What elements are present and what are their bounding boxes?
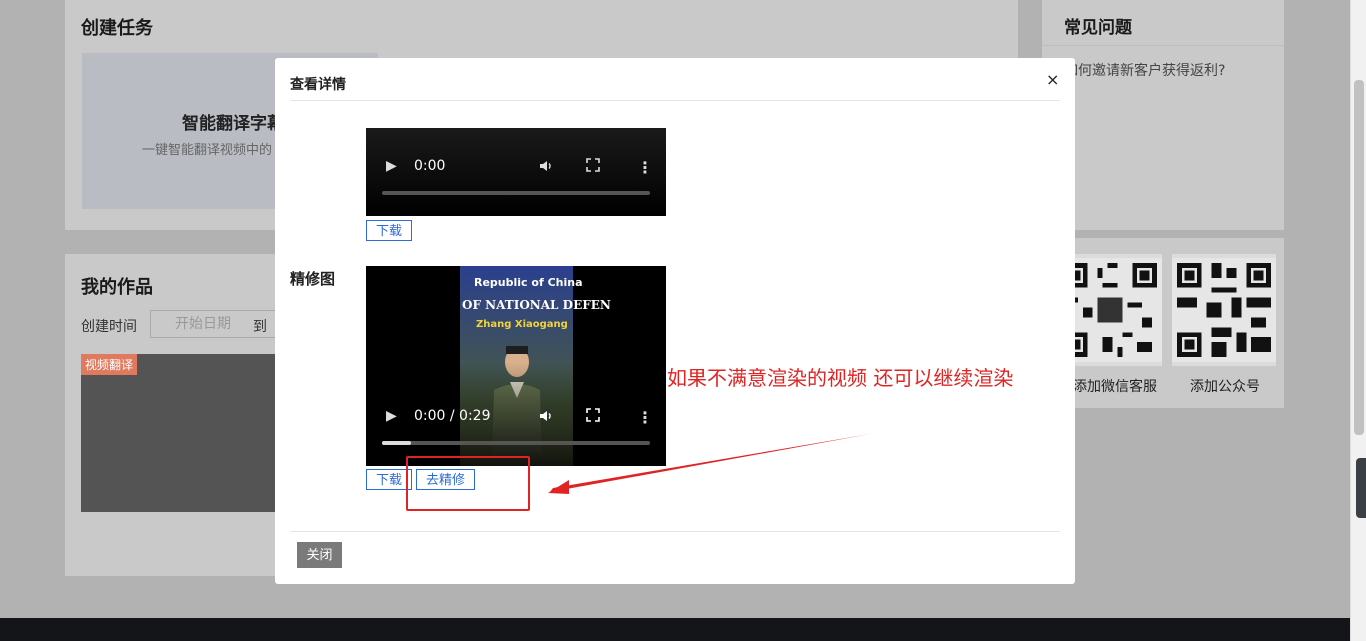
download-button[interactable]: 下载 xyxy=(366,220,413,241)
poster-caption-middle: OF NATIONAL DEFEN xyxy=(462,298,611,312)
fullscreen-icon[interactable] xyxy=(586,158,600,176)
video-time: 0:00 xyxy=(414,158,446,174)
wechat-service-label: 添加微信客服 xyxy=(1073,379,1157,395)
page-footer xyxy=(0,618,1366,641)
video-progress-bar[interactable] xyxy=(382,191,650,195)
details-modal: 查看详情 × ▶ 0:00 ⋮ 下载 精修图 Republic of China… xyxy=(275,58,1075,584)
card-title: 智能翻译字幕 xyxy=(182,114,284,134)
side-floating-widget[interactable] xyxy=(1356,458,1366,518)
my-works-title: 我的作品 xyxy=(81,277,153,298)
annotation-highlight-box xyxy=(406,456,530,511)
work-thumbnail[interactable] xyxy=(81,354,291,512)
official-account-label: 添加公众号 xyxy=(1190,379,1260,395)
close-button[interactable]: 关闭 xyxy=(297,542,342,568)
modal-footer-divider xyxy=(290,531,1060,532)
video-progress-fill xyxy=(382,441,412,445)
card-subtitle: 一键智能翻译视频中的 xyxy=(142,143,273,158)
volume-icon[interactable] xyxy=(538,158,554,178)
more-options-icon[interactable]: ⋮ xyxy=(637,158,653,177)
faq-title: 常见问题 xyxy=(1064,18,1132,38)
faq-panel: 常见问题 如何邀请新客户获得返利? xyxy=(1042,0,1284,230)
annotation-arrow-icon xyxy=(548,434,870,494)
work-type-badge: 视频翻译 xyxy=(81,354,138,375)
date-filter-label: 创建时间 xyxy=(81,319,137,335)
volume-icon[interactable] xyxy=(538,408,554,428)
more-options-icon[interactable]: ⋮ xyxy=(637,408,653,427)
page-scrollbar[interactable] xyxy=(1350,0,1366,641)
scrollbar-thumb[interactable] xyxy=(1354,80,1364,435)
create-task-title: 创建任务 xyxy=(81,18,153,39)
poster-caption-top: Republic of China xyxy=(474,276,583,289)
date-to-label: 到 xyxy=(253,319,267,335)
video-time: 0:00 / 0:29 xyxy=(414,408,491,424)
close-icon[interactable]: × xyxy=(1046,70,1059,89)
modal-title: 查看详情 xyxy=(290,77,346,93)
official-account-qr-icon xyxy=(1172,254,1276,366)
modal-header-divider xyxy=(290,100,1060,101)
play-icon[interactable]: ▶ xyxy=(386,408,397,424)
refined-section-label: 精修图 xyxy=(290,270,336,288)
fullscreen-icon[interactable] xyxy=(586,408,600,426)
annotation-text: 如果不满意渲染的视频 还可以继续渲染 xyxy=(667,366,1014,390)
original-video-player[interactable]: ▶ 0:00 ⋮ xyxy=(366,128,666,216)
play-icon[interactable]: ▶ xyxy=(386,158,397,174)
faq-item-referral[interactable]: 如何邀请新客户获得返利? xyxy=(1064,60,1225,80)
